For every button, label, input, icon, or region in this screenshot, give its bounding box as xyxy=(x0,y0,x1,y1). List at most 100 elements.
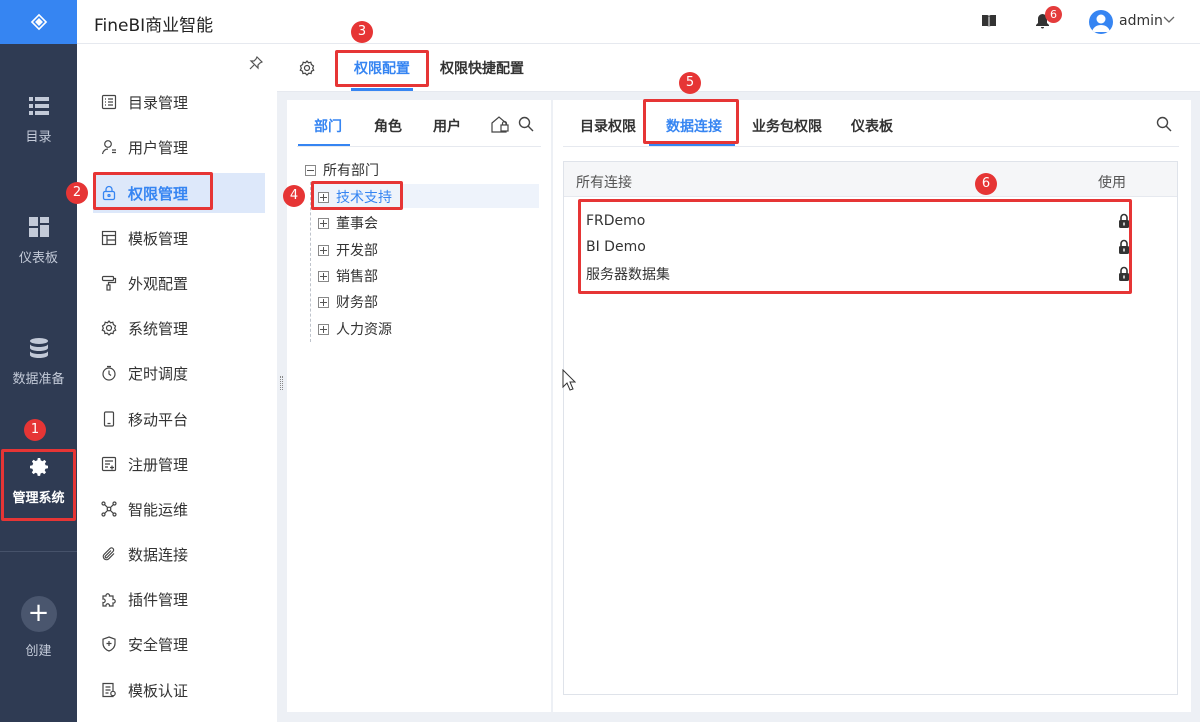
tab-permission-quick-config[interactable]: 权限快捷配置 xyxy=(440,58,524,78)
tree-item-board[interactable]: 董事会 xyxy=(318,210,378,236)
submenu-item-plugins[interactable]: 插件管理 xyxy=(93,579,265,619)
divider xyxy=(563,146,1179,147)
tab-user[interactable]: 用户 xyxy=(433,116,461,136)
tree-root-label: 所有部门 xyxy=(323,163,379,179)
submenu-item-register[interactable]: 注册管理 xyxy=(93,444,265,484)
expand-icon[interactable] xyxy=(318,296,329,308)
step-badge: 4 xyxy=(283,185,305,207)
gear-icon xyxy=(101,320,117,336)
submenu-label: 目录管理 xyxy=(128,93,189,112)
submenu-label: 智能运维 xyxy=(128,500,189,519)
book-icon[interactable] xyxy=(981,13,997,29)
cursor-icon xyxy=(562,369,576,391)
table-header: 所有连接 使用 xyxy=(564,162,1177,197)
submenu-item-appearance[interactable]: 外观配置 xyxy=(93,263,265,303)
submenu-item-security[interactable]: 安全管理 xyxy=(93,624,265,664)
step-badge: 6 xyxy=(975,173,997,195)
user-icon xyxy=(101,140,116,155)
submenu-item-users[interactable]: 用户管理 xyxy=(93,127,265,167)
submenu-item-data-connection[interactable]: 数据连接 xyxy=(93,534,265,574)
submenu-label: 用户管理 xyxy=(128,138,189,157)
list-icon xyxy=(28,97,49,115)
submenu-item-cert[interactable]: 模板认证 xyxy=(93,670,265,710)
column-header-use: 使用 xyxy=(1098,175,1126,191)
network-icon xyxy=(101,501,117,517)
top-header: FineBI商业智能 6 admin xyxy=(77,0,1200,44)
step-badge: 5 xyxy=(679,72,701,94)
tree-root[interactable]: 所有部门 xyxy=(305,157,379,183)
notification-badge: 6 xyxy=(1045,6,1062,23)
app-title: FineBI商业智能 xyxy=(94,16,214,36)
search-icon[interactable] xyxy=(518,116,534,132)
tab-catalog-permission[interactable]: 目录权限 xyxy=(580,116,636,136)
rail-item-create[interactable]: + 创建 xyxy=(0,596,77,659)
highlight-box xyxy=(578,199,1132,294)
step-badge: 3 xyxy=(351,21,373,43)
submenu-label: 移动平台 xyxy=(128,410,189,429)
rail-item-catalog[interactable]: 目录 xyxy=(0,94,77,145)
rail-item-dashboard[interactable]: 仪表板 xyxy=(0,215,77,266)
expand-icon[interactable] xyxy=(318,217,329,229)
submenu-label: 插件管理 xyxy=(128,590,189,609)
permission-detail-panel: 目录权限 数据连接 业务包权限 仪表板 所有连接 使用 FRDemo BI De… xyxy=(553,100,1191,712)
tab-role[interactable]: 角色 xyxy=(374,116,402,136)
submenu-item-ops[interactable]: 智能运维 xyxy=(93,489,265,529)
submenu-label: 模板认证 xyxy=(128,681,189,700)
rail-item-data-prep[interactable]: 数据准备 xyxy=(0,336,77,387)
expand-icon[interactable] xyxy=(318,244,329,256)
step-badge: 2 xyxy=(66,182,88,204)
tree-item-sales[interactable]: 销售部 xyxy=(318,263,378,289)
catalog-icon xyxy=(101,94,117,110)
dashboard-icon xyxy=(28,217,49,237)
paperclip-icon xyxy=(102,547,115,561)
collapse-icon[interactable] xyxy=(305,164,316,176)
rail-divider xyxy=(0,551,77,552)
rail-label: 仪表板 xyxy=(18,251,58,266)
puzzle-icon xyxy=(102,593,116,607)
tree-item-finance[interactable]: 财务部 xyxy=(318,289,378,315)
avatar[interactable] xyxy=(1089,10,1113,34)
column-header-connection: 所有连接 xyxy=(576,175,632,191)
submenu-label: 系统管理 xyxy=(128,319,189,338)
highlight-box xyxy=(311,181,403,210)
tab-package-permission[interactable]: 业务包权限 xyxy=(752,116,822,136)
submenu-item-mobile[interactable]: 移动平台 xyxy=(93,399,265,439)
resize-handle[interactable] xyxy=(280,376,283,390)
submenu-item-templates[interactable]: 模板管理 xyxy=(93,218,265,258)
submenu-label: 注册管理 xyxy=(128,455,189,474)
submenu-item-catalog[interactable]: 目录管理 xyxy=(93,82,265,122)
submenu-item-system[interactable]: 系统管理 xyxy=(93,308,265,348)
shield-icon xyxy=(102,636,116,652)
plus-icon: + xyxy=(20,596,57,632)
logo-icon[interactable] xyxy=(0,0,77,44)
step-badge: 1 xyxy=(24,419,46,441)
rail-label: 数据准备 xyxy=(12,372,65,387)
submenu-label: 数据连接 xyxy=(128,545,189,564)
chevron-down-icon[interactable] xyxy=(1163,16,1175,24)
tree-item-label: 董事会 xyxy=(336,216,378,232)
pin-icon[interactable] xyxy=(249,56,263,70)
search-icon[interactable] xyxy=(1156,116,1172,132)
user-name[interactable]: admin xyxy=(1119,13,1163,29)
settings-icon[interactable] xyxy=(299,60,315,76)
submenu-label: 外观配置 xyxy=(128,274,189,293)
rail-label: 创建 xyxy=(25,644,52,659)
mobile-icon xyxy=(103,411,115,427)
tab-dashboard[interactable]: 仪表板 xyxy=(851,116,893,136)
expand-icon[interactable] xyxy=(318,323,329,335)
highlight-box xyxy=(1,449,76,521)
tree-item-label: 财务部 xyxy=(336,295,378,311)
tree-item-hr[interactable]: 人力资源 xyxy=(318,316,392,342)
department-lock-icon[interactable] xyxy=(490,115,510,133)
submenu-item-schedule[interactable]: 定时调度 xyxy=(93,353,265,393)
tab-department[interactable]: 部门 xyxy=(314,116,342,136)
tab-underline xyxy=(351,88,413,91)
register-icon xyxy=(101,456,117,472)
expand-icon[interactable] xyxy=(318,270,329,282)
tree-item-label: 开发部 xyxy=(336,243,378,259)
submenu-label: 模板管理 xyxy=(128,229,189,248)
brush-icon xyxy=(101,275,117,291)
submenu-label: 安全管理 xyxy=(128,635,189,654)
divider xyxy=(297,146,541,147)
tree-item-dev[interactable]: 开发部 xyxy=(318,237,378,263)
